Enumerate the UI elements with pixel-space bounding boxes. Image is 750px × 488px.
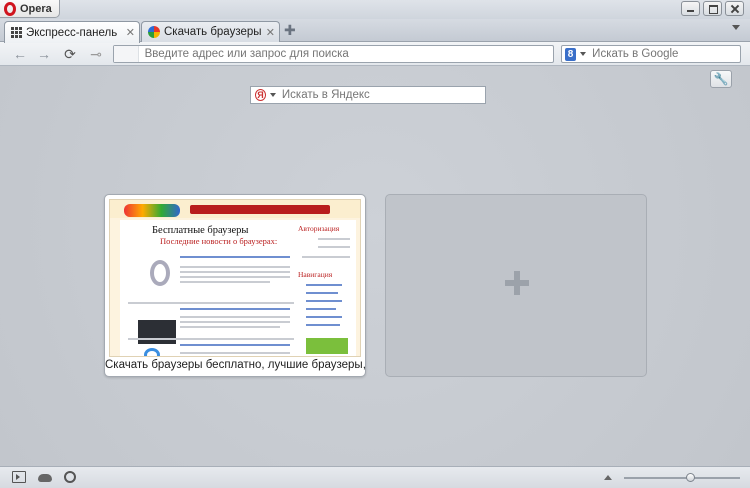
zoom-slider[interactable] bbox=[624, 477, 740, 479]
opera-unite-cloud-icon[interactable] bbox=[38, 474, 52, 482]
opera-menu-button[interactable]: Opera bbox=[0, 0, 60, 18]
plus-icon[interactable] bbox=[505, 271, 529, 295]
key-icon[interactable]: ⊸ bbox=[86, 46, 106, 62]
thumbnail-link-line bbox=[306, 324, 340, 326]
thumbnail-subheading: Последние новости о браузерах: bbox=[160, 236, 278, 246]
thumbnail-link-line bbox=[306, 300, 342, 302]
address-bar[interactable] bbox=[113, 45, 554, 63]
window-controls bbox=[681, 1, 744, 16]
thumbnail-sidebar: Авторизация Навигация bbox=[298, 224, 354, 354]
thumbnail-text-line bbox=[180, 266, 290, 268]
reload-icon[interactable]: ⟳ bbox=[62, 46, 78, 62]
thumbnail-nav-strip bbox=[190, 205, 330, 214]
thumbnail-link-line bbox=[180, 256, 290, 258]
add-speed-dial-entry[interactable] bbox=[385, 194, 647, 377]
speed-dial-search-box[interactable]: Я bbox=[250, 86, 486, 104]
title-bar: Opera bbox=[0, 0, 750, 19]
thumbnail-text-line bbox=[180, 352, 290, 354]
thumbnail-text-line bbox=[318, 246, 350, 248]
thumbnail-divider bbox=[128, 338, 294, 340]
opera-logo-icon bbox=[4, 1, 16, 16]
navigation-bar: ← → ⟳ ⊸ 8 bbox=[0, 42, 750, 66]
site-info-icon[interactable] bbox=[114, 46, 139, 62]
thumbnail-heading: Бесплатные браузеры bbox=[152, 225, 249, 236]
thumbnail-header bbox=[110, 200, 360, 218]
opera-turbo-icon[interactable] bbox=[64, 471, 76, 483]
back-arrow-icon[interactable]: ← bbox=[12, 46, 28, 62]
thumbnail-sidebar-title: Навигация bbox=[298, 270, 333, 279]
thumbnail-text-line bbox=[180, 316, 290, 318]
thumbnail-sidebar-title: Авторизация bbox=[298, 224, 340, 233]
tab-close-icon[interactable]: ✕ bbox=[266, 26, 275, 39]
maximize-button[interactable] bbox=[703, 1, 722, 16]
status-bar bbox=[0, 466, 750, 488]
ie-logo-thumbnail bbox=[144, 348, 160, 356]
tab-label: Экспресс-панель bbox=[26, 26, 118, 39]
web-search-input[interactable] bbox=[586, 48, 740, 60]
web-search-box[interactable]: 8 bbox=[561, 45, 741, 63]
opera-logo-thumbnail bbox=[150, 260, 170, 286]
thumbnail-divider bbox=[128, 302, 294, 304]
thumbnail-text-line bbox=[318, 238, 350, 240]
tab-menu-chevron-icon[interactable] bbox=[732, 25, 740, 30]
speed-dial-grid-icon bbox=[11, 27, 22, 38]
opera-menu-label: Opera bbox=[20, 2, 52, 15]
forward-arrow-icon[interactable]: → bbox=[36, 46, 52, 62]
thumbnail-link-line bbox=[180, 344, 290, 346]
google-icon[interactable]: 8 bbox=[565, 47, 577, 61]
thumbnail-text-line bbox=[180, 276, 290, 278]
tab-speed-dial[interactable]: Экспресс-панель ✕ bbox=[4, 21, 140, 43]
panel-toggle-icon[interactable] bbox=[12, 471, 26, 483]
thumbnail-link-line bbox=[306, 316, 342, 318]
site-logo bbox=[124, 204, 180, 217]
thumbnail-banner bbox=[306, 338, 348, 354]
thumbnail-link-line bbox=[306, 292, 338, 294]
tab-bar: Экспресс-панель ✕ Скачать браузеры бес..… bbox=[0, 19, 750, 43]
zoom-slider-thumb[interactable] bbox=[686, 473, 696, 482]
thumbnail-link-line bbox=[306, 284, 342, 286]
thumbnail-text-line bbox=[180, 326, 280, 328]
speed-dial-caption: Скачать браузеры бесплатно, лучшие брауз… bbox=[105, 359, 365, 371]
tab-label: Скачать браузеры бес... bbox=[164, 26, 262, 38]
thumbnail-link-line bbox=[306, 308, 336, 310]
minimize-button[interactable] bbox=[681, 1, 700, 16]
speed-dial-page: 🔧 Я Бесплатные браузеры Последние новост… bbox=[0, 66, 750, 466]
yandex-icon[interactable]: Я bbox=[255, 89, 266, 101]
address-input[interactable] bbox=[138, 48, 553, 60]
tab-browsers-site[interactable]: Скачать браузеры бес... ✕ bbox=[141, 21, 280, 42]
thumbnail-video-image bbox=[138, 320, 176, 344]
thumbnail-text-line bbox=[180, 271, 290, 273]
thumbnail-text-line bbox=[180, 321, 290, 323]
thumbnail-text-line bbox=[302, 256, 350, 258]
thumbnail-page: Бесплатные браузеры Последние новости о … bbox=[120, 220, 356, 356]
site-favicon-icon bbox=[148, 26, 160, 38]
zoom-menu-icon[interactable] bbox=[604, 475, 612, 480]
thumbnail-text-line bbox=[180, 281, 270, 283]
wrench-icon[interactable]: 🔧 bbox=[710, 70, 732, 88]
tab-close-icon[interactable]: ✕ bbox=[126, 26, 135, 39]
thumbnail-link-line bbox=[180, 308, 290, 310]
site-thumbnail: Бесплатные браузеры Последние новости о … bbox=[109, 199, 361, 357]
new-tab-icon[interactable]: ✚ bbox=[284, 23, 296, 37]
speed-dial-entry[interactable]: Бесплатные браузеры Последние новости о … bbox=[104, 194, 366, 377]
close-window-button[interactable] bbox=[725, 1, 744, 16]
speed-dial-search-input[interactable] bbox=[275, 89, 485, 101]
